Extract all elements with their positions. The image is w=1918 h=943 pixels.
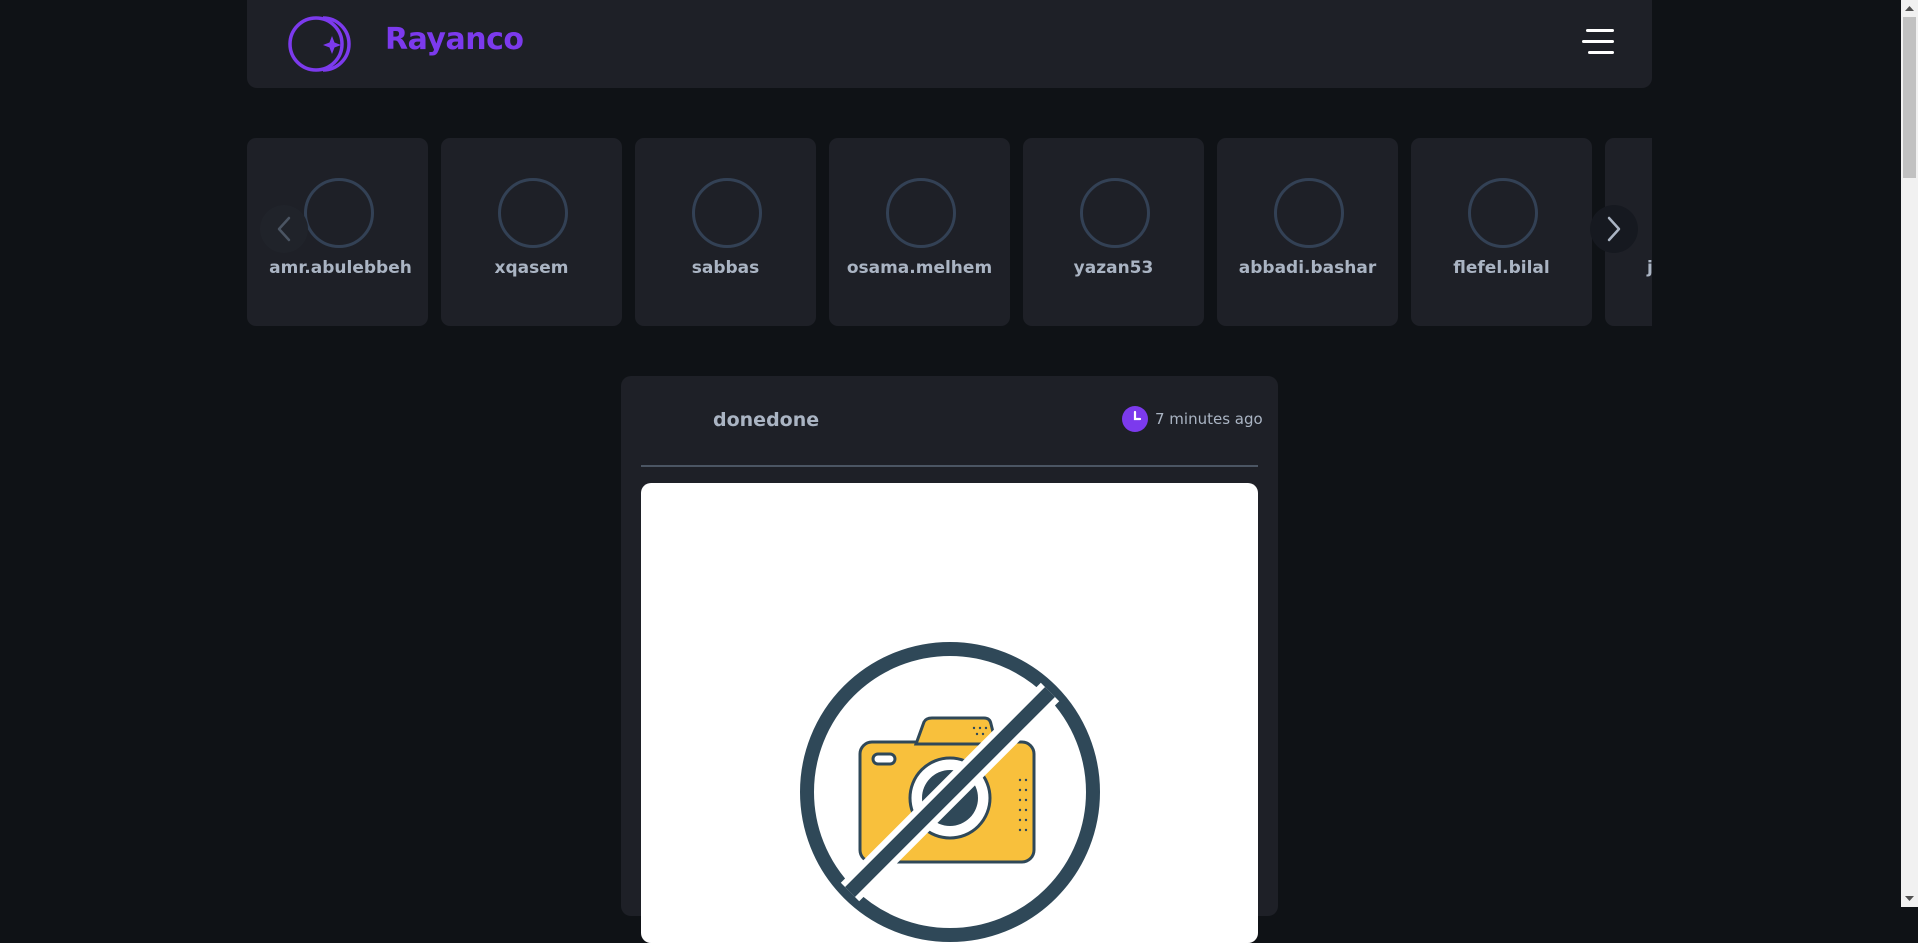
no-camera-icon: [800, 642, 1100, 942]
rayanco-logo[interactable]: [287, 10, 377, 74]
story-avatar-ring: [1080, 178, 1150, 248]
hamburger-menu-icon[interactable]: [1582, 29, 1614, 55]
story-username: xqasem: [494, 258, 569, 278]
story-card[interactable]: osama.melhem: [829, 138, 1010, 326]
story-avatar-ring: [1468, 178, 1538, 248]
story-avatar-ring: [304, 178, 374, 248]
post-card: donedone 7 minutes ago: [621, 376, 1278, 943]
story-card[interactable]: sabbas: [635, 138, 816, 326]
top-header: Rayanco: [247, 0, 1652, 88]
vertical-scrollbar[interactable]: [1901, 0, 1918, 907]
post-timestamp: 7 minutes ago: [1122, 406, 1263, 432]
story-card[interactable]: xqasem: [441, 138, 622, 326]
chevron-right-icon: [1607, 216, 1621, 242]
story-username: amr.abulebbeh: [269, 258, 412, 278]
story-card[interactable]: yazan53: [1023, 138, 1204, 326]
story-avatar-ring: [886, 178, 956, 248]
scrollbar-thumb[interactable]: [1903, 17, 1916, 178]
post-author[interactable]: donedone: [713, 409, 819, 431]
story-username: osama.melhem: [846, 258, 993, 278]
stories-carousel: amr.abulebbeh xqasem sabbas osama.melhem…: [247, 138, 1652, 326]
story-username: flefel.bilal: [1453, 258, 1550, 278]
post-time: 7 minutes ago: [1155, 410, 1263, 428]
story-avatar-ring: [692, 178, 762, 248]
brand-name[interactable]: Rayanco: [385, 22, 524, 57]
carousel-next-button[interactable]: [1590, 205, 1638, 253]
story-username: abbadi.bashar: [1238, 258, 1377, 278]
post-image[interactable]: [641, 483, 1258, 943]
story-avatar-ring: [498, 178, 568, 248]
story-username: yazan53: [1073, 258, 1154, 278]
post-divider: [641, 465, 1258, 467]
story-username: j: [1647, 258, 1652, 278]
story-card[interactable]: abbadi.bashar: [1217, 138, 1398, 326]
story-card[interactable]: flefel.bilal: [1411, 138, 1592, 326]
story-avatar-ring: [1274, 178, 1344, 248]
story-username: sabbas: [691, 258, 760, 278]
chevron-left-icon: [277, 216, 291, 242]
scroll-up-arrow-icon[interactable]: [1901, 0, 1918, 17]
clock-icon: [1122, 406, 1148, 432]
carousel-prev-button[interactable]: [260, 205, 308, 253]
scroll-down-arrow-icon[interactable]: [1901, 890, 1918, 907]
